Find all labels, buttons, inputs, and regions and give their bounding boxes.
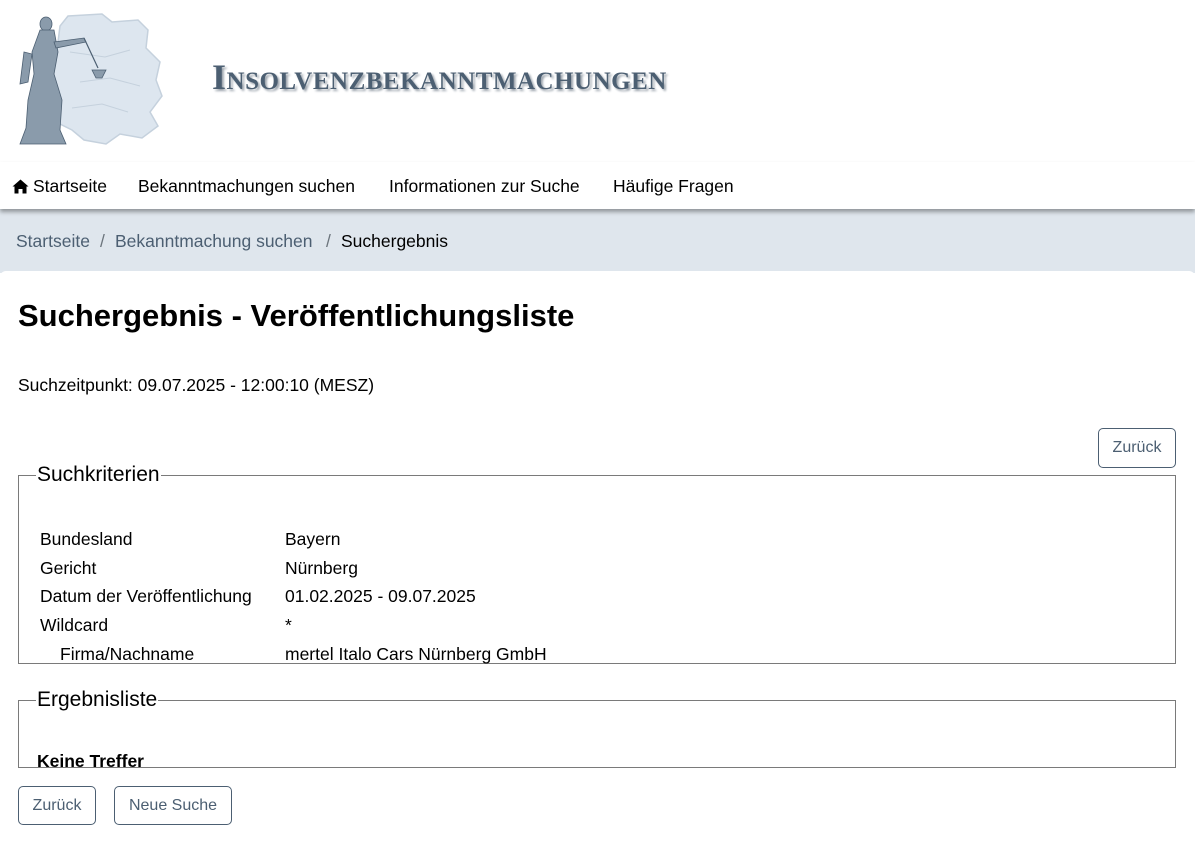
search-timestamp: Suchzeitpunkt: 09.07.2025 - 12:00:10 (ME… xyxy=(18,375,375,395)
site-header: Insolvenzbekanntmachungen xyxy=(0,0,1195,160)
nav-search[interactable]: Bekanntmachungen suchen xyxy=(138,176,355,197)
new-search-button[interactable]: Neue Suche xyxy=(114,786,232,825)
criteria-value-wildcard: * xyxy=(285,615,292,635)
page-title: Suchergebnis - Veröffentlichungsliste xyxy=(18,298,575,333)
criteria-label-firma: Firma/Nachname xyxy=(60,644,195,664)
justitia-logo[interactable] xyxy=(10,12,170,148)
nav-home[interactable]: Startseite xyxy=(12,176,107,197)
no-results-text: Keine Treffer xyxy=(37,751,144,771)
criteria-label-gericht: Gericht xyxy=(40,558,97,578)
criteria-value-datum: 01.02.2025 - 09.07.2025 xyxy=(285,586,476,606)
criteria-label-bundesland: Bundesland xyxy=(40,529,133,549)
nav-home-label: Startseite xyxy=(33,176,107,196)
search-criteria-box: Suchkriterien Bundesland Bayern Gericht … xyxy=(18,463,1176,664)
breadcrumb-separator: / xyxy=(100,231,105,251)
breadcrumb-separator: / xyxy=(326,231,331,251)
criteria-value-firma: mertel Italo Cars Nürnberg GmbH xyxy=(285,644,547,664)
nav-info[interactable]: Informationen zur Suche xyxy=(389,176,580,197)
breadcrumb-current: Suchergebnis xyxy=(341,231,449,251)
home-icon xyxy=(12,179,29,194)
search-criteria-legend: Suchkriterien xyxy=(37,463,160,486)
main-nav: Startseite Bekanntmachungen suchen Infor… xyxy=(0,162,1195,209)
site-title: Insolvenzbekanntmachungen xyxy=(212,57,667,97)
back-button-top[interactable]: Zurück xyxy=(1098,428,1176,468)
breadcrumb-home[interactable]: Startseite xyxy=(16,231,90,252)
back-button-bottom[interactable]: Zurück xyxy=(18,786,96,825)
criteria-label-wildcard: Wildcard xyxy=(40,615,109,635)
criteria-value-gericht: Nürnberg xyxy=(285,558,358,578)
results-legend: Ergebnisliste xyxy=(37,688,158,711)
criteria-value-bundesland: Bayern xyxy=(285,529,341,549)
criteria-label-datum: Datum der Veröffentlichung xyxy=(40,586,252,606)
breadcrumb: Startseite / Bekanntmachung suchen / Suc… xyxy=(0,209,1195,273)
results-box: Ergebnisliste Keine Treffer xyxy=(18,688,1176,771)
main-content: Suchergebnis - Veröffentlichungsliste Su… xyxy=(0,271,1195,851)
breadcrumb-search[interactable]: Bekanntmachung suchen xyxy=(115,231,313,252)
nav-faq[interactable]: Häufige Fragen xyxy=(613,176,734,197)
